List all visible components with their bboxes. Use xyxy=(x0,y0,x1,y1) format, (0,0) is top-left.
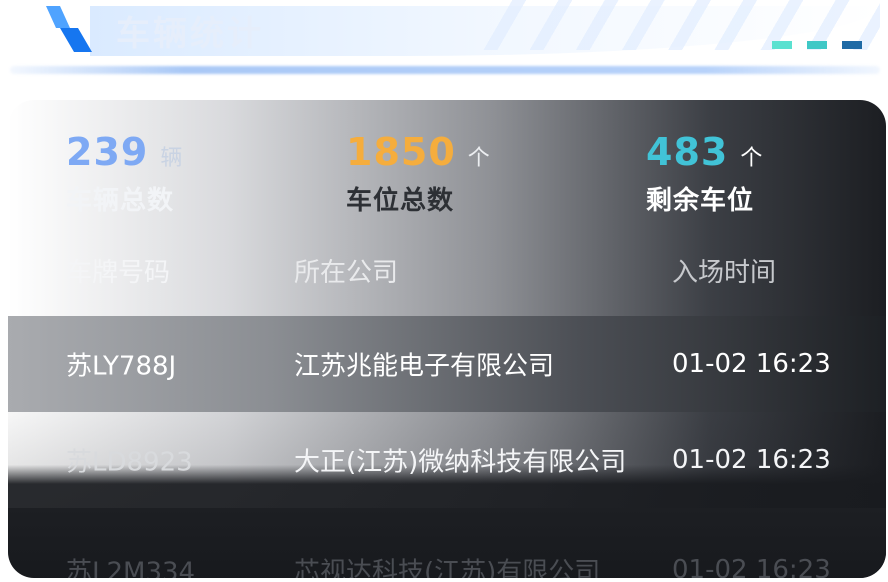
column-header-company: 所在公司 xyxy=(294,258,399,288)
table-row[interactable]: 苏L2M334 芯视达科技(江苏)有限公司 01-02 16:23 xyxy=(8,508,886,578)
stat-total-spaces: 1850 个 车位总数 xyxy=(346,130,490,217)
table-header: 车牌号码 所在公司 入场时间 xyxy=(8,252,886,296)
cell-time: 01-02 16:23 xyxy=(672,445,831,475)
cell-company: 江苏兆能电子有限公司 xyxy=(294,351,555,382)
dash-2 xyxy=(807,41,827,49)
column-header-time: 入场时间 xyxy=(672,258,777,288)
cell-company: 大正(江苏)微纳科技有限公司 xyxy=(294,447,627,478)
stat-unit: 个 xyxy=(467,146,490,171)
cell-plate: 苏L2M334 xyxy=(66,557,196,579)
table-row[interactable]: 苏LY788J 江苏兆能电子有限公司 01-02 16:23 xyxy=(8,316,886,412)
dash-1 xyxy=(772,41,792,49)
stat-unit: 辆 xyxy=(160,146,183,171)
cell-plate: 苏LY788J xyxy=(66,351,177,382)
dash-3 xyxy=(842,41,862,49)
stat-value: 483 xyxy=(646,130,729,174)
column-header-plate: 车牌号码 xyxy=(66,258,171,288)
cell-time: 01-02 16:23 xyxy=(672,555,831,578)
stat-remaining-spaces: 483 个 剩余车位 xyxy=(646,130,762,217)
stat-label: 剩余车位 xyxy=(646,186,755,216)
panel-header: 车辆统计 xyxy=(0,0,888,90)
stat-label: 车位总数 xyxy=(346,186,455,216)
stat-total-vehicles: 239 辆 车辆总数 xyxy=(66,130,182,217)
vehicle-stats-panel: 239 辆 车辆总数 1850 个 车位总数 483 个 剩余车位 车牌号码 所… xyxy=(8,100,886,578)
cell-company: 芯视达科技(江苏)有限公司 xyxy=(294,557,601,579)
header-dashes xyxy=(772,41,862,50)
cell-time: 01-02 16:23 xyxy=(672,349,831,379)
table-row[interactable]: 苏LD8923 大正(江苏)微纳科技有限公司 01-02 16:23 xyxy=(8,412,886,508)
cell-plate: 苏LD8923 xyxy=(66,447,193,478)
stat-value: 239 xyxy=(66,130,149,174)
stat-label: 车辆总数 xyxy=(66,186,175,216)
stat-value: 1850 xyxy=(346,130,456,174)
logo-parallelogram-icon xyxy=(46,6,92,52)
stat-unit: 个 xyxy=(740,146,763,171)
page-title: 车辆统计 xyxy=(116,14,264,54)
header-underline xyxy=(10,66,880,74)
